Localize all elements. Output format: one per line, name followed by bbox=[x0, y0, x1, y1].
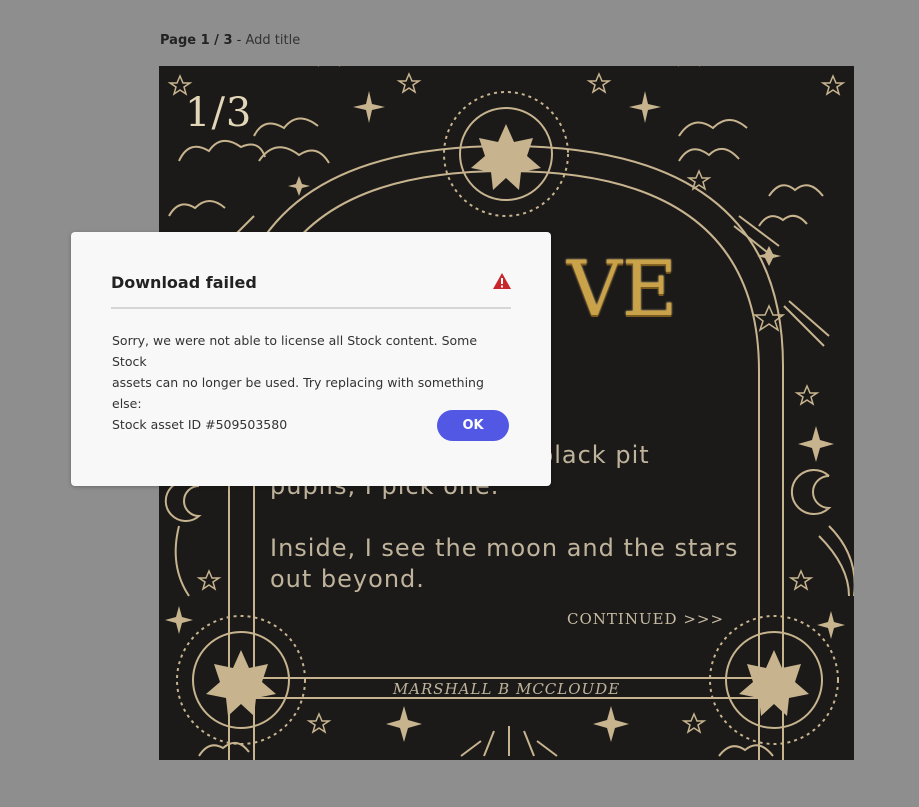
header-separator: - bbox=[232, 33, 246, 48]
continued-text[interactable]: CONTINUED >>> bbox=[567, 610, 724, 628]
canvas-title-text[interactable]: VE bbox=[567, 244, 677, 333]
download-failed-dialog: Download failed Sorry, we were not able … bbox=[71, 232, 551, 486]
author-name-text[interactable]: MARSHALL B MCCLOUDE bbox=[159, 680, 854, 698]
dialog-message-line-1: Sorry, we were not able to license all S… bbox=[112, 333, 478, 369]
page-number-label: Page 1 / 3 bbox=[160, 33, 233, 48]
ok-button[interactable]: OK bbox=[437, 410, 509, 441]
dialog-message-line-2: assets can no longer be used. Try replac… bbox=[112, 375, 484, 411]
body-paragraph-2-line-1: Inside, I see the moon and the stars bbox=[270, 534, 739, 562]
dialog-divider bbox=[111, 307, 511, 309]
page-counter-text[interactable]: 1/3 bbox=[185, 90, 252, 136]
add-title-field[interactable]: Add title bbox=[245, 33, 300, 48]
dialog-title: Download failed bbox=[111, 273, 257, 292]
body-paragraph-2[interactable]: Inside, I see the moon and the stars out… bbox=[270, 533, 770, 595]
alert-triangle-icon bbox=[493, 273, 511, 289]
body-paragraph-2-line-2: out beyond. bbox=[270, 565, 425, 593]
page-header: Page 1 / 3 - Add title bbox=[160, 33, 300, 48]
